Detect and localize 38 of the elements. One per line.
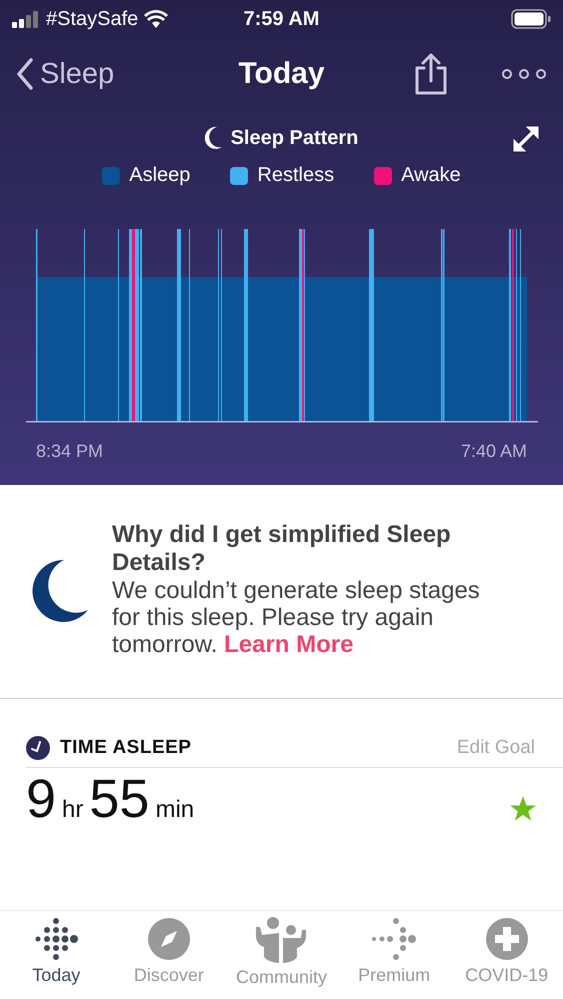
info-text: We couldn’t generate sleep stages for this sleep. Please try again tomorrow. Learn More xyxy=(112,577,481,658)
more-icon[interactable] xyxy=(501,68,547,80)
hours-value: 9 xyxy=(26,768,56,830)
battery-icon xyxy=(511,9,551,29)
wifi-icon xyxy=(144,10,168,28)
chart-title: Sleep Pattern xyxy=(230,126,358,150)
learn-more-link[interactable]: Learn More xyxy=(224,631,354,658)
carrier-name: #StaySafe xyxy=(46,8,138,30)
legend-label: Asleep xyxy=(129,164,190,187)
start-time-label: 8:34 PM xyxy=(36,441,104,462)
chevron-icon xyxy=(16,58,34,90)
legend-label: Awake xyxy=(401,164,461,187)
clock-time: 7:59 AM xyxy=(244,8,320,30)
minutes-value: 55 xyxy=(89,768,150,830)
back-button[interactable]: Sleep xyxy=(16,58,114,90)
minutes-unit: min xyxy=(155,796,194,824)
edit-link[interactable]: Edit Goal xyxy=(456,737,535,759)
tab-button[interactable]: Discover xyxy=(112,911,226,999)
tab-button[interactable]: COVID-19 xyxy=(450,911,563,999)
dots-icon xyxy=(370,917,418,961)
tab-button[interactable]: Premium xyxy=(338,911,450,999)
info-title: Why did I get simplified Sleep Details? xyxy=(112,521,452,577)
section-title: TIME ASLEEP xyxy=(60,737,192,759)
page-title: Today xyxy=(238,57,325,91)
dots-icon xyxy=(34,917,78,961)
hours-unit: hr xyxy=(62,796,84,824)
plus-icon xyxy=(484,917,529,961)
compass-icon xyxy=(146,917,191,961)
people-icon xyxy=(254,917,308,963)
tab-button[interactable]: Community xyxy=(225,911,338,999)
clock-icon xyxy=(26,736,50,760)
moon-icon xyxy=(204,126,223,150)
legend-label: Restless xyxy=(257,164,334,187)
signal-icon xyxy=(12,10,40,28)
expand-icon[interactable] xyxy=(511,124,541,154)
end-time-label: 7:40 AM xyxy=(460,441,527,462)
tab-button[interactable]: Today xyxy=(0,911,113,999)
share-icon[interactable] xyxy=(413,53,449,95)
